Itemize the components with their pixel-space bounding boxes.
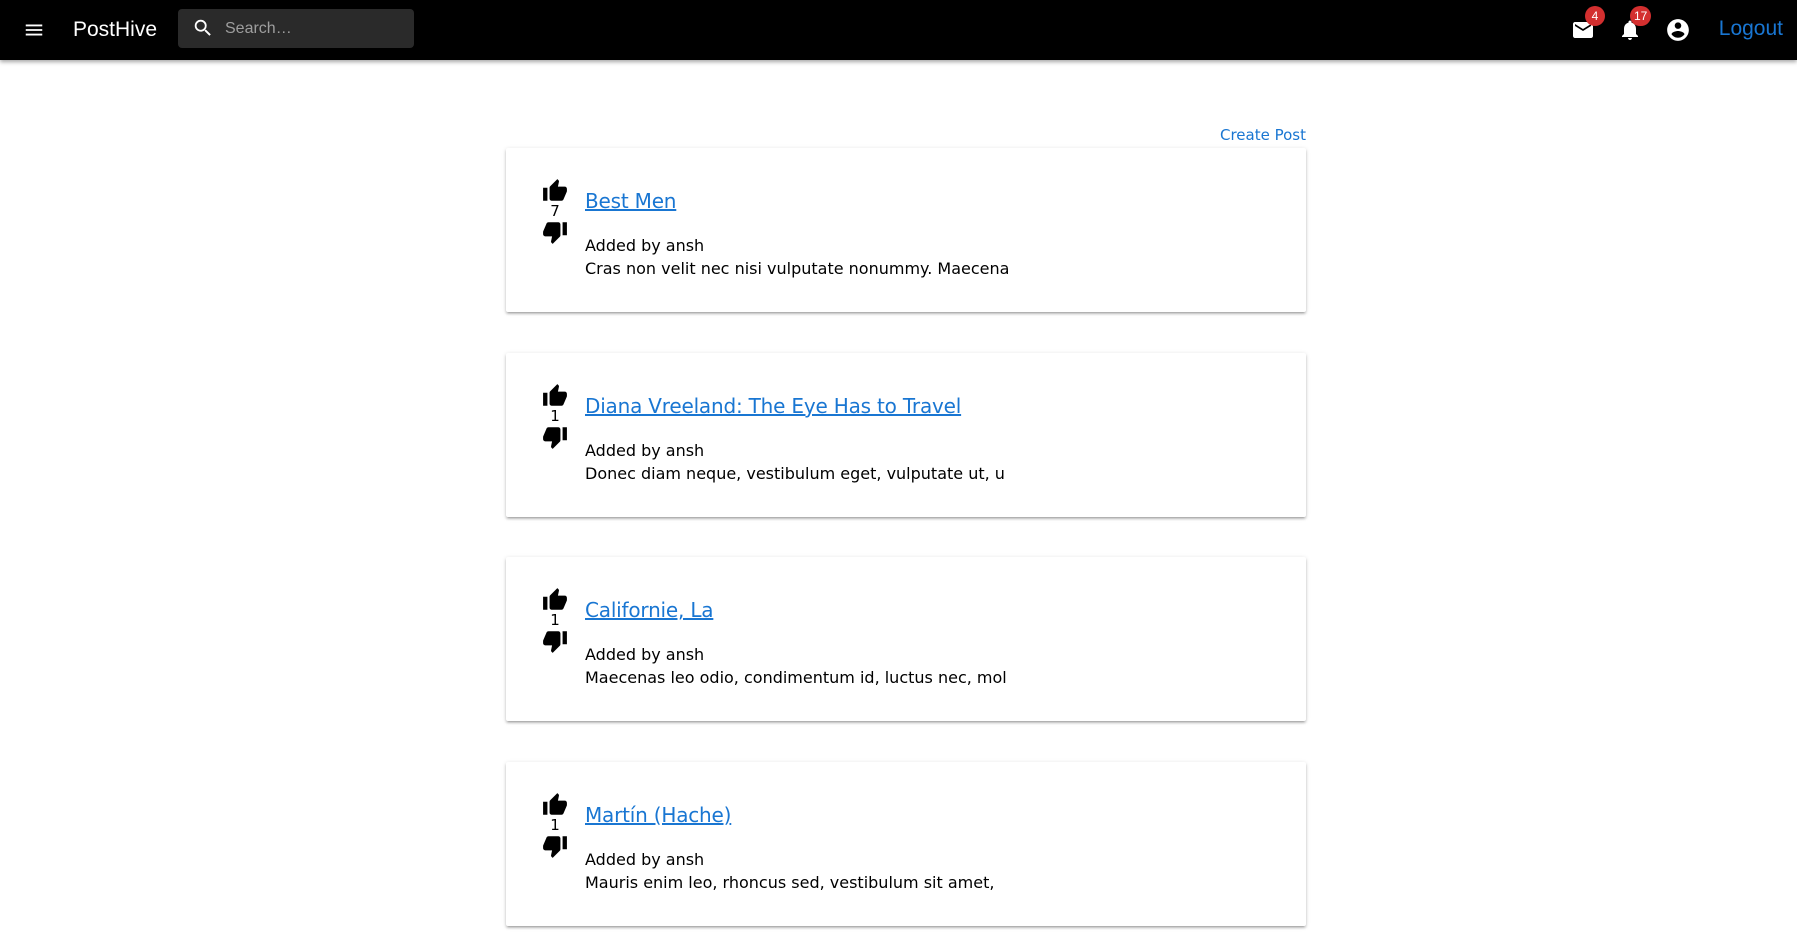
downvote-button[interactable] xyxy=(542,219,568,245)
post-author: Added by ansh xyxy=(585,645,705,664)
vote-control: 1 xyxy=(536,587,574,654)
post-excerpt: Mauris enim leo, rhoncus sed, vestibulum… xyxy=(585,873,995,892)
thumb-down-icon xyxy=(543,222,567,244)
upvote-button[interactable] xyxy=(542,587,568,613)
vote-count: 1 xyxy=(550,611,560,629)
account-button[interactable] xyxy=(1660,12,1696,48)
mail-count-badge: 4 xyxy=(1585,6,1605,26)
post-excerpt: Cras non velit nec nisi vulputate nonumm… xyxy=(585,259,1010,278)
downvote-button[interactable] xyxy=(542,833,568,859)
vote-count: 1 xyxy=(550,407,560,425)
post-title-link[interactable]: Californie, La xyxy=(585,597,714,623)
post-card: 1 Diana Vreeland: The Eye Has to Travel … xyxy=(506,353,1306,517)
downvote-button[interactable] xyxy=(542,424,568,450)
post-author: Added by ansh xyxy=(585,441,705,460)
menu-icon xyxy=(25,24,43,36)
notification-count-badge: 17 xyxy=(1630,6,1652,26)
search-input[interactable] xyxy=(225,9,405,48)
notifications-button[interactable]: 17 xyxy=(1612,6,1652,48)
post-title-link[interactable]: Diana Vreeland: The Eye Has to Travel xyxy=(585,393,961,419)
thumb-down-icon xyxy=(543,836,567,858)
account-circle-icon xyxy=(1667,19,1689,41)
app-brand[interactable]: PostHive xyxy=(73,16,157,44)
thumb-up-icon xyxy=(543,588,567,610)
thumb-down-icon xyxy=(543,427,567,449)
post-card: 1 Californie, La Added by ansh Maecenas … xyxy=(506,557,1306,721)
vote-count: 7 xyxy=(550,202,560,220)
vote-control: 1 xyxy=(536,383,574,450)
search-icon xyxy=(194,19,211,36)
post-author: Added by ansh xyxy=(585,850,705,869)
upvote-button[interactable] xyxy=(542,383,568,409)
post-title-link[interactable]: Martín (Hache) xyxy=(585,802,731,828)
search-box[interactable] xyxy=(178,9,414,48)
vote-control: 7 xyxy=(536,178,574,245)
mail-button[interactable]: 4 xyxy=(1565,6,1605,48)
create-post-link[interactable]: Create Post xyxy=(1150,126,1306,144)
post-card: 7 Best Men Added by ansh Cras non velit … xyxy=(506,148,1306,312)
logout-button[interactable]: Logout xyxy=(1719,15,1783,43)
menu-button[interactable] xyxy=(16,12,52,48)
thumb-up-icon xyxy=(543,384,567,406)
upvote-button[interactable] xyxy=(542,792,568,818)
upvote-button[interactable] xyxy=(542,178,568,204)
post-author: Added by ansh xyxy=(585,236,705,255)
vote-control: 1 xyxy=(536,792,574,859)
post-excerpt: Donec diam neque, vestibulum eget, vulpu… xyxy=(585,464,1005,483)
app-bar: PostHive 4 17 Logout xyxy=(0,0,1797,60)
thumb-up-icon xyxy=(543,793,567,815)
post-title-link[interactable]: Best Men xyxy=(585,188,676,214)
downvote-button[interactable] xyxy=(542,628,568,654)
thumb-down-icon xyxy=(543,631,567,653)
vote-count: 1 xyxy=(550,816,560,834)
post-card: 1 Martín (Hache) Added by ansh Mauris en… xyxy=(506,762,1306,926)
post-excerpt: Maecenas leo odio, condimentum id, luctu… xyxy=(585,668,1007,687)
thumb-up-icon xyxy=(543,179,567,201)
